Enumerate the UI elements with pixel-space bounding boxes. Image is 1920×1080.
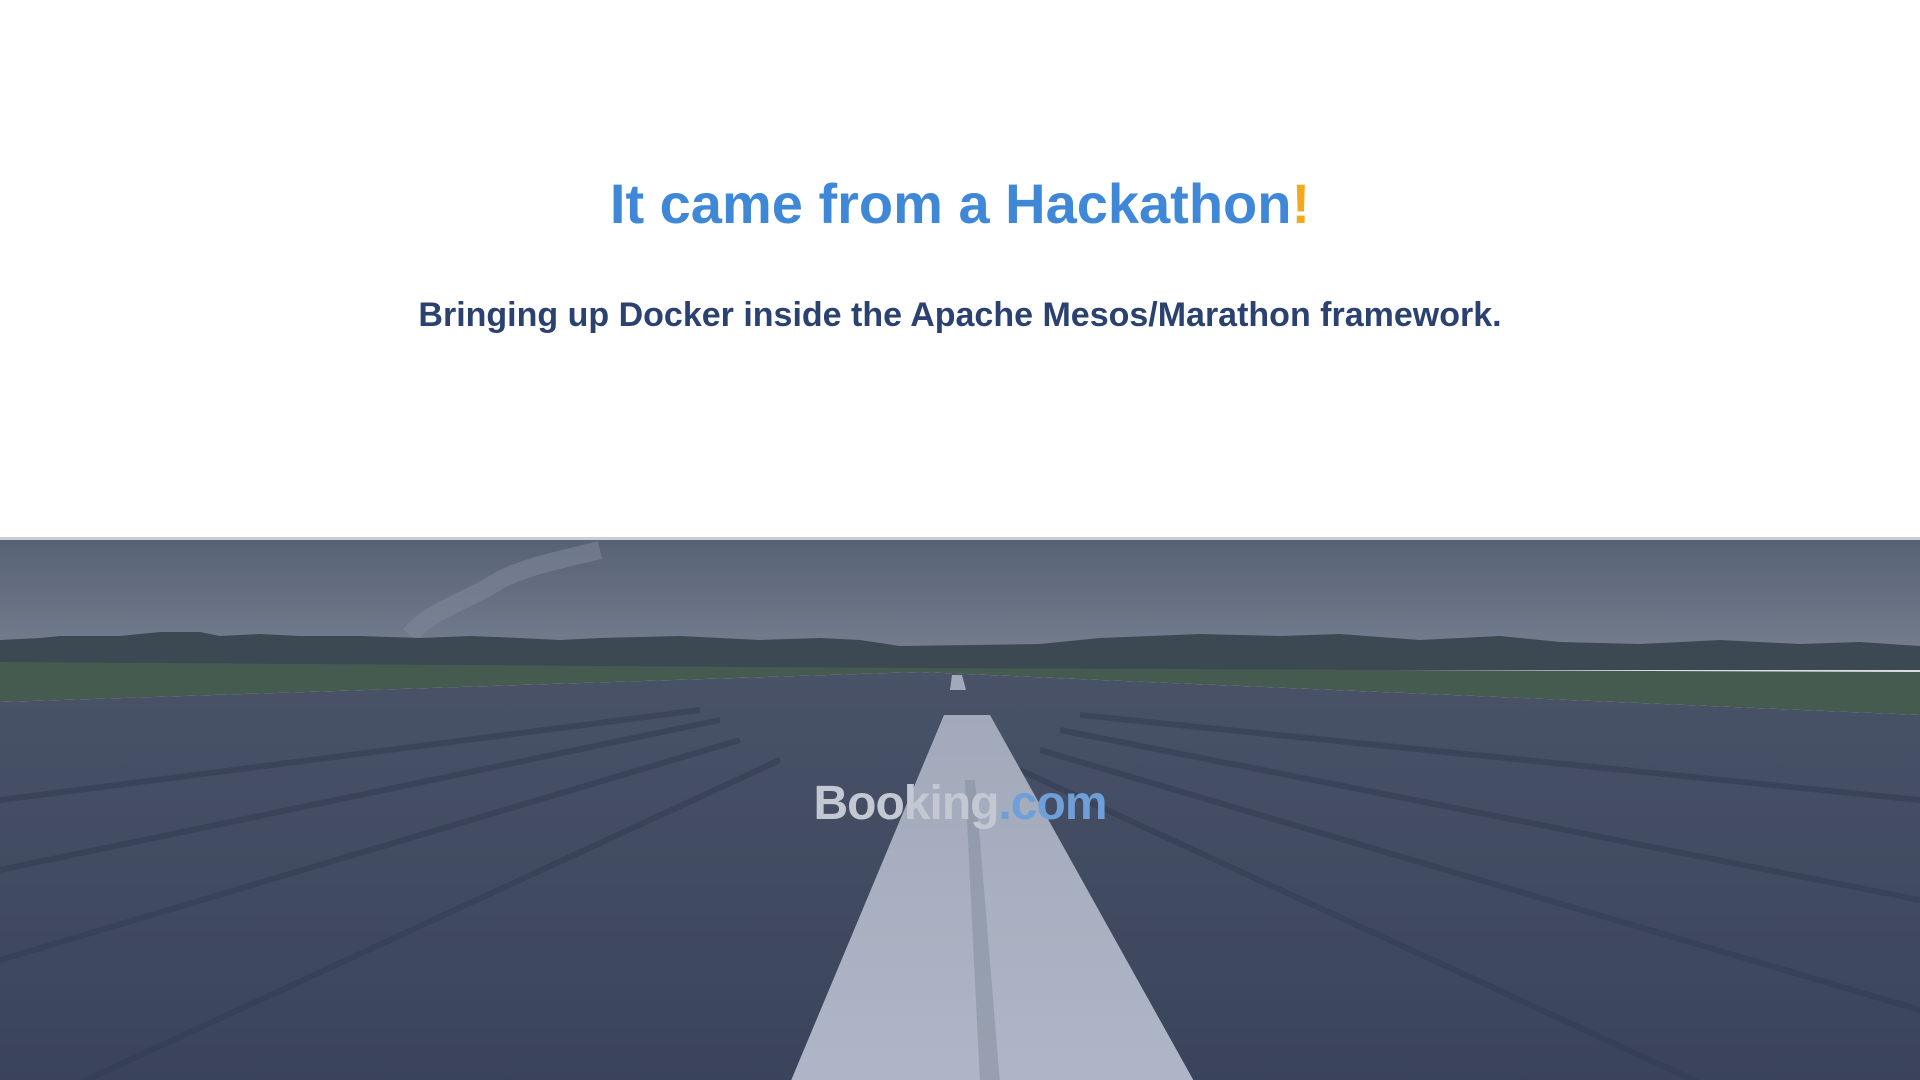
- booking-logo: Booking.com: [0, 780, 1920, 828]
- slide-title-text: It came from a Hackathon: [609, 172, 1292, 235]
- slide-subtitle: Bringing up Docker inside the Apache Mes…: [418, 296, 1502, 334]
- slide: It came from a Hackathon! Bringing up Do…: [0, 0, 1920, 1080]
- slide-title-exclamation: !: [1291, 172, 1311, 235]
- slide-title: It came from a Hackathon!: [0, 176, 1920, 232]
- logo-tld: .com: [998, 777, 1107, 830]
- logo-brand: Booking: [813, 777, 999, 830]
